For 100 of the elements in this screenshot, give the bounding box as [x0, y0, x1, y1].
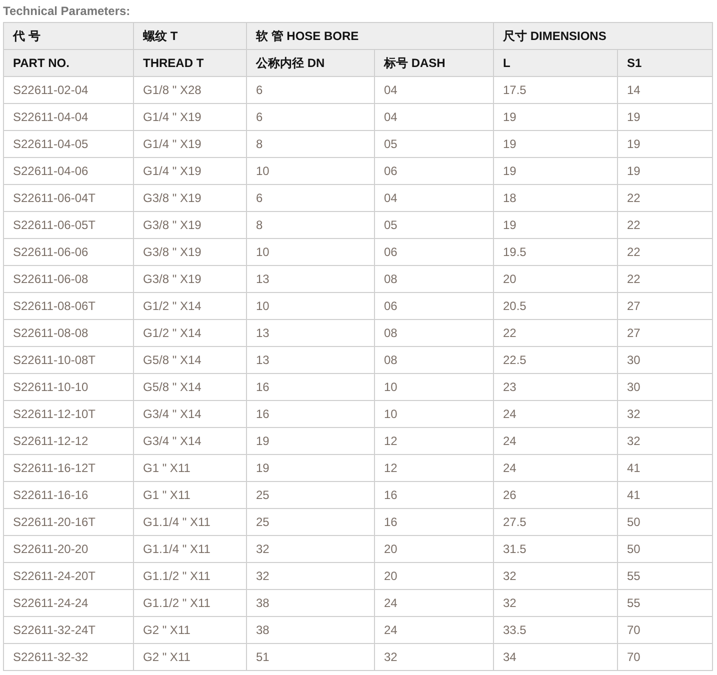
- table-cell: 27: [618, 292, 712, 320]
- table-cell: S22611-08-06T: [4, 292, 134, 320]
- table-cell: 12: [374, 428, 494, 454]
- table-cell: 22: [618, 184, 712, 212]
- column-header: S1: [618, 50, 712, 76]
- table-cell: 06: [374, 158, 494, 184]
- table-cell: S22611-06-04T: [4, 184, 134, 212]
- section-title: Technical Parameters:: [3, 3, 130, 19]
- table-cell: 38: [246, 616, 374, 644]
- table-cell: 32: [618, 428, 712, 454]
- table-cell: 41: [618, 454, 712, 482]
- table-cell: 10: [246, 292, 374, 320]
- table-cell: G2 " X11: [134, 616, 246, 644]
- table-cell: S22611-20-20: [4, 536, 134, 562]
- table-cell: 38: [246, 590, 374, 616]
- table-cell: 10: [246, 238, 374, 266]
- table-cell: G3/8 " X19: [134, 238, 246, 266]
- table-cell: S22611-16-16: [4, 482, 134, 508]
- table-cell: S22611-10-10: [4, 374, 134, 400]
- table-cell: 32: [374, 644, 494, 670]
- table-cell: G5/8 " X14: [134, 346, 246, 374]
- table-cell: 22.5: [494, 346, 618, 374]
- table-cell: G1/4 " X19: [134, 158, 246, 184]
- table-cell: 16: [246, 400, 374, 428]
- table-cell: S22611-12-10T: [4, 400, 134, 428]
- table-cell: 41: [618, 482, 712, 508]
- table-cell: S22611-10-08T: [4, 346, 134, 374]
- table-cell: 22: [618, 266, 712, 292]
- table-cell: 05: [374, 130, 494, 158]
- table-cell: 32: [494, 562, 618, 590]
- table-cell: 31.5: [494, 536, 618, 562]
- table-cell: G1.1/2 " X11: [134, 590, 246, 616]
- table-cell: 8: [246, 212, 374, 238]
- table-cell: G2 " X11: [134, 644, 246, 670]
- table-cell: 70: [618, 616, 712, 644]
- table-cell: 22: [618, 212, 712, 238]
- table-cell: 32: [618, 400, 712, 428]
- table-cell: G3/8 " X19: [134, 266, 246, 292]
- table-cell: 24: [374, 590, 494, 616]
- table-cell: 34: [494, 644, 618, 670]
- table-cell: S22611-08-08: [4, 320, 134, 346]
- table-cell: 8: [246, 130, 374, 158]
- table-cell: G3/4 " X14: [134, 428, 246, 454]
- table-cell: 05: [374, 212, 494, 238]
- table-cell: 30: [618, 374, 712, 400]
- table-cell: 24: [374, 616, 494, 644]
- table-cell: 10: [374, 374, 494, 400]
- table-cell: 6: [246, 104, 374, 130]
- table-cell: 13: [246, 266, 374, 292]
- table-cell: 19: [618, 158, 712, 184]
- table-cell: 08: [374, 346, 494, 374]
- table-cell: S22611-20-16T: [4, 508, 134, 536]
- table-cell: 10: [374, 400, 494, 428]
- column-header: L: [494, 50, 618, 76]
- table-cell: S22611-32-24T: [4, 616, 134, 644]
- table-cell: S22611-12-12: [4, 428, 134, 454]
- table-cell: G3/8 " X19: [134, 212, 246, 238]
- table-cell: S22611-06-06: [4, 238, 134, 266]
- table-cell: 20.5: [494, 292, 618, 320]
- table-cell: 20: [374, 536, 494, 562]
- table-cell: 19: [494, 212, 618, 238]
- table-cell: G1/4 " X19: [134, 130, 246, 158]
- table-cell: 12: [374, 454, 494, 482]
- table-cell: 32: [494, 590, 618, 616]
- table-cell: 10: [246, 158, 374, 184]
- table-cell: 19: [494, 104, 618, 130]
- table-cell: 04: [374, 104, 494, 130]
- column-header: PART NO.: [4, 50, 134, 76]
- table-cell: G1.1/4 " X11: [134, 508, 246, 536]
- table-cell: 24: [494, 400, 618, 428]
- table-cell: 26: [494, 482, 618, 508]
- table-cell: 70: [618, 644, 712, 670]
- table-cell: G1 " X11: [134, 454, 246, 482]
- table-cell: S22611-24-20T: [4, 562, 134, 590]
- table-cell: G3/4 " X14: [134, 400, 246, 428]
- table-cell: 32: [246, 562, 374, 590]
- table-cell: 25: [246, 508, 374, 536]
- group-header: 尺寸 DIMENSIONS: [494, 22, 712, 50]
- table-cell: 18: [494, 184, 618, 212]
- table-cell: 16: [246, 374, 374, 400]
- table-cell: 08: [374, 266, 494, 292]
- table-cell: 17.5: [494, 76, 618, 104]
- table-cell: 33.5: [494, 616, 618, 644]
- table-cell: G1/8 " X28: [134, 76, 246, 104]
- table-cell: 04: [374, 76, 494, 104]
- table-cell: 32: [246, 536, 374, 562]
- table-cell: 20: [494, 266, 618, 292]
- table-cell: S22611-04-05: [4, 130, 134, 158]
- table-cell: 06: [374, 238, 494, 266]
- table-cell: 27: [618, 320, 712, 346]
- table-cell: S22611-02-04: [4, 76, 134, 104]
- table-cell: 22: [494, 320, 618, 346]
- table-cell: S22611-32-32: [4, 644, 134, 670]
- table-cell: S22611-06-08: [4, 266, 134, 292]
- table-cell: S22611-04-06: [4, 158, 134, 184]
- table-cell: 50: [618, 508, 712, 536]
- group-header: 螺纹 T: [134, 22, 246, 50]
- table-cell: G1/4 " X19: [134, 104, 246, 130]
- table-cell: 6: [246, 184, 374, 212]
- table-cell: 14: [618, 76, 712, 104]
